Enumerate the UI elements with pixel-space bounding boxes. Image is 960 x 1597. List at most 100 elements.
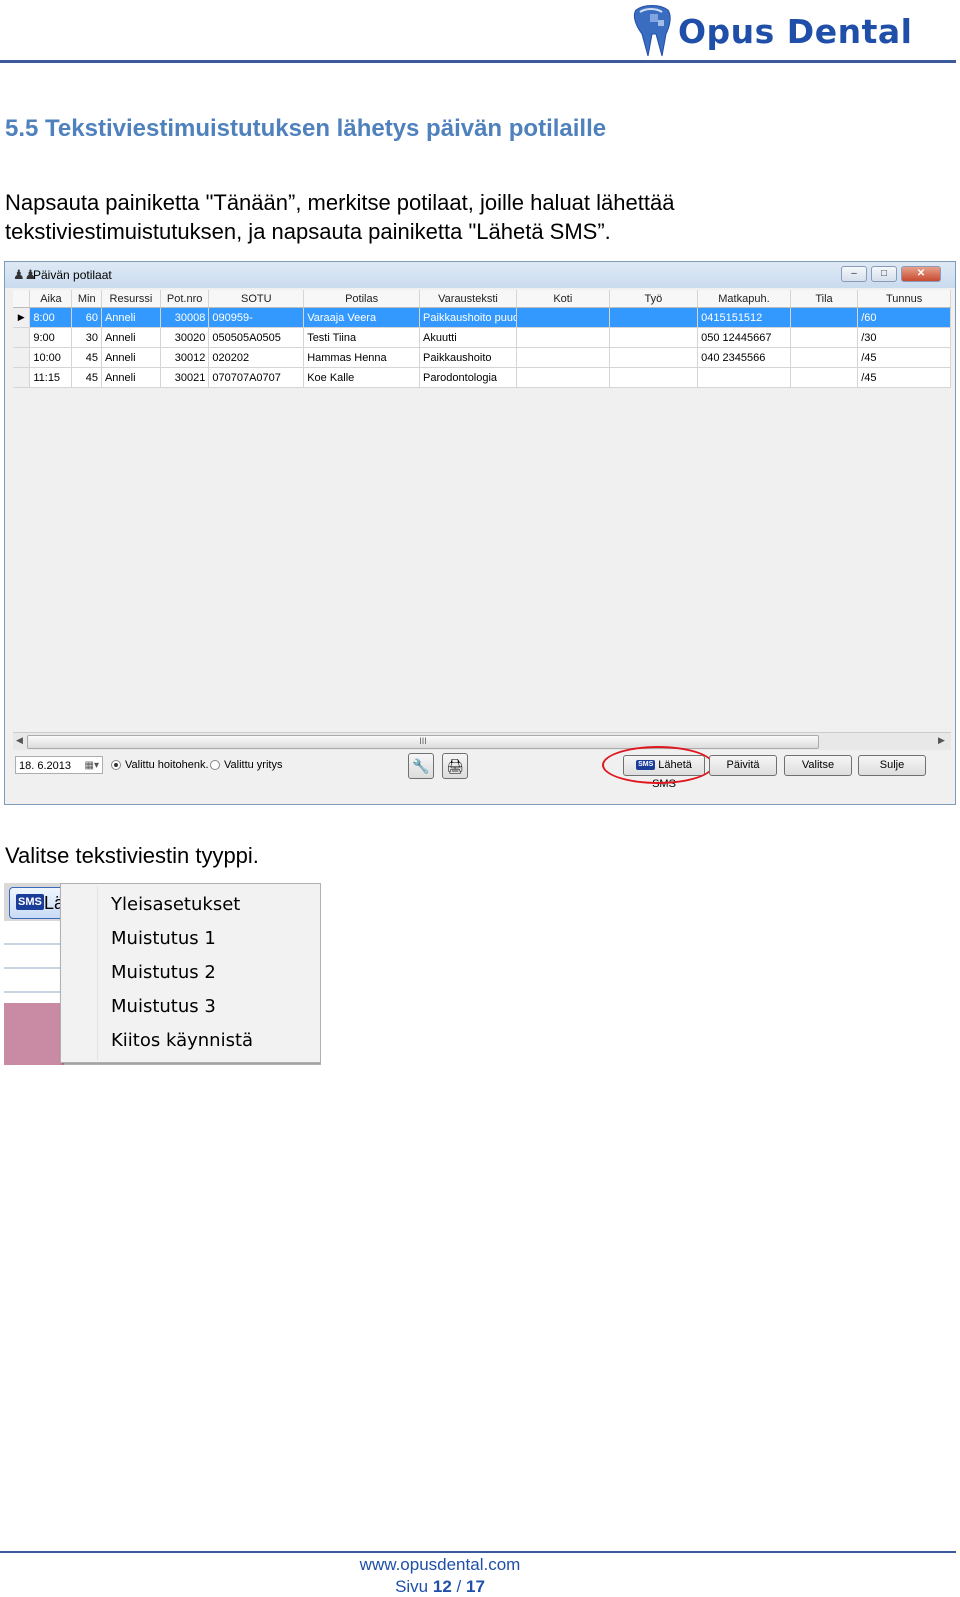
col-header-tila[interactable]: Tila bbox=[790, 290, 859, 308]
table-header-row: Aika Min Resurssi Pot.nro SOTU Potilas V… bbox=[13, 290, 951, 308]
header-rule bbox=[0, 60, 956, 63]
cell-aika: 10:00 bbox=[29, 347, 73, 368]
select-button[interactable]: Valitse bbox=[784, 755, 852, 776]
cell-min: 30 bbox=[71, 327, 102, 348]
patients-table: Aika Min Resurssi Pot.nro SOTU Potilas V… bbox=[13, 290, 951, 388]
footer-rule bbox=[0, 1551, 956, 1553]
sms-type-menu: Yleisasetukset Muistutus 1 Muistutus 2 M… bbox=[60, 883, 321, 1063]
logo-text: Opus Dental bbox=[678, 11, 913, 51]
cell-koti bbox=[516, 347, 610, 368]
window-titlebar: ♟♟ Päivän potilaat – □ ✕ bbox=[5, 262, 955, 288]
page-label: Sivu bbox=[395, 1577, 429, 1596]
row-pointer-icon: ▶ bbox=[13, 307, 31, 328]
calendar-dropdown-icon[interactable]: ▦▾ bbox=[85, 757, 99, 775]
section-title: 5.5 Tekstiviestimuistutuksen lähetys päi… bbox=[5, 115, 607, 142]
minimize-button[interactable]: – bbox=[841, 266, 867, 282]
menu-item-reminder-1[interactable]: Muistutus 1 bbox=[111, 928, 216, 949]
cell-matkapuh: 040 2345566 bbox=[697, 347, 791, 368]
row-header-corner bbox=[13, 290, 31, 308]
cell-varausteksti: Paikkaushoito bbox=[419, 347, 517, 368]
menu-item-reminder-2[interactable]: Muistutus 2 bbox=[111, 962, 216, 983]
cell-tyo bbox=[609, 307, 699, 328]
row-header bbox=[13, 367, 31, 388]
print-button[interactable]: 🖨 bbox=[442, 753, 468, 779]
window-title: Päivän potilaat bbox=[33, 268, 112, 282]
cell-tyo bbox=[609, 367, 699, 388]
table-row[interactable]: 10:00 45 Anneli 30012 020202 Hammas Henn… bbox=[13, 347, 951, 368]
table-row[interactable]: ▶ 8:00 60 Anneli 30008 090959- Varaaja V… bbox=[13, 307, 951, 328]
cell-varausteksti: Paikkaushoito puud+ p bbox=[419, 307, 517, 328]
cell-tila bbox=[790, 367, 859, 388]
cell-resurssi: Anneli bbox=[101, 307, 161, 328]
cell-potnro: 30012 bbox=[160, 347, 210, 368]
table-row[interactable]: 11:15 45 Anneli 30021 070707A0707 Koe Ka… bbox=[13, 367, 951, 388]
page-separator: / bbox=[456, 1577, 462, 1596]
cell-aika: 8:00 bbox=[29, 307, 73, 328]
col-header-varausteksti[interactable]: Varausteksti bbox=[419, 290, 517, 308]
close-window-button[interactable]: ✕ bbox=[901, 266, 941, 282]
page-current: 12 bbox=[432, 1577, 452, 1596]
menu-item-reminder-3[interactable]: Muistutus 3 bbox=[111, 996, 216, 1017]
scroll-left-icon[interactable]: ◀ bbox=[16, 735, 23, 746]
cell-koti bbox=[516, 367, 610, 388]
cell-resurssi: Anneli bbox=[101, 327, 161, 348]
radio-selected-company[interactable]: Valittu yritys bbox=[210, 759, 282, 771]
table-row[interactable]: 9:00 30 Anneli 30020 050505A0505 Testi T… bbox=[13, 327, 951, 348]
cell-tila bbox=[790, 307, 859, 328]
cell-tila bbox=[790, 327, 859, 348]
tooth-logo-icon bbox=[633, 5, 671, 57]
col-header-resurssi[interactable]: Resurssi bbox=[101, 290, 161, 308]
col-header-potnro[interactable]: Pot.nro bbox=[160, 290, 210, 308]
cell-sotu: 050505A0505 bbox=[208, 327, 305, 348]
col-header-koti[interactable]: Koti bbox=[516, 290, 610, 308]
cell-resurssi: Anneli bbox=[101, 367, 161, 388]
cell-tunnus: /45 bbox=[857, 347, 951, 368]
row-header bbox=[13, 327, 31, 348]
cell-sotu: 090959- bbox=[208, 307, 305, 328]
radio-selected-staff[interactable]: Valittu hoitohenk. bbox=[111, 759, 209, 771]
maximize-button[interactable]: □ bbox=[871, 266, 897, 282]
col-header-aika[interactable]: Aika bbox=[29, 290, 73, 308]
scroll-right-icon[interactable]: ▶ bbox=[938, 735, 945, 746]
col-header-potilas[interactable]: Potilas bbox=[303, 290, 421, 308]
col-header-min[interactable]: Min bbox=[71, 290, 102, 308]
bottom-toolbar: 18. 6.2013 ▦▾ Valittu hoitohenk. Valittu… bbox=[5, 746, 955, 804]
highlight-circle bbox=[602, 746, 714, 784]
scroll-thumb[interactable]: III bbox=[27, 735, 819, 749]
cell-koti bbox=[516, 327, 610, 348]
cell-tunnus: /45 bbox=[857, 367, 951, 388]
cell-koti bbox=[516, 307, 610, 328]
sms-type-menu-screenshot: SMS Lä Yleisasetukset Muistutus 1 Muistu… bbox=[4, 883, 321, 1065]
cell-aika: 11:15 bbox=[29, 367, 73, 388]
cell-aika: 9:00 bbox=[29, 327, 73, 348]
sms-icon: SMS bbox=[16, 894, 44, 910]
cell-matkapuh: 050 12445667 bbox=[697, 327, 791, 348]
close-button[interactable]: Sulje bbox=[858, 755, 926, 776]
cell-resurssi: Anneli bbox=[101, 347, 161, 368]
cell-min: 45 bbox=[71, 347, 102, 368]
radio-staff-label: Valittu hoitohenk. bbox=[125, 759, 209, 771]
col-header-tunnus[interactable]: Tunnus bbox=[857, 290, 951, 308]
menu-item-general-settings[interactable]: Yleisasetukset bbox=[111, 894, 240, 915]
cell-min: 45 bbox=[71, 367, 102, 388]
menu-gutter bbox=[97, 886, 98, 1060]
date-picker[interactable]: 18. 6.2013 ▦▾ bbox=[15, 756, 103, 774]
intro-line-1: Napsauta painiketta "Tänään”, merkitse p… bbox=[5, 190, 675, 215]
grid-rows-pink bbox=[4, 1003, 64, 1065]
menu-item-thank-you[interactable]: Kiitos käynnistä bbox=[111, 1030, 253, 1051]
col-header-sotu[interactable]: SOTU bbox=[208, 290, 305, 308]
footer-url[interactable]: www.opusdental.com bbox=[0, 1555, 880, 1575]
footer-page-number: Sivu 12 / 17 bbox=[0, 1577, 880, 1597]
settings-wrench-button[interactable]: 🔧 bbox=[408, 753, 434, 779]
cell-sotu: 070707A0707 bbox=[208, 367, 305, 388]
col-header-tyo[interactable]: Työ bbox=[609, 290, 699, 308]
col-header-matkapuh[interactable]: Matkapuh. bbox=[697, 290, 791, 308]
refresh-button[interactable]: Päivitä bbox=[709, 755, 777, 776]
radio-company-label: Valittu yritys bbox=[224, 759, 283, 771]
cell-matkapuh: 0415151512 bbox=[697, 307, 791, 328]
radio-off-icon[interactable] bbox=[210, 760, 220, 770]
cell-potilas: Varaaja Veera bbox=[303, 307, 421, 328]
patients-grid: Aika Min Resurssi Pot.nro SOTU Potilas V… bbox=[13, 290, 951, 750]
radio-on-icon[interactable] bbox=[111, 760, 121, 770]
horizontal-scrollbar[interactable]: ◀ III ▶ bbox=[13, 732, 951, 750]
